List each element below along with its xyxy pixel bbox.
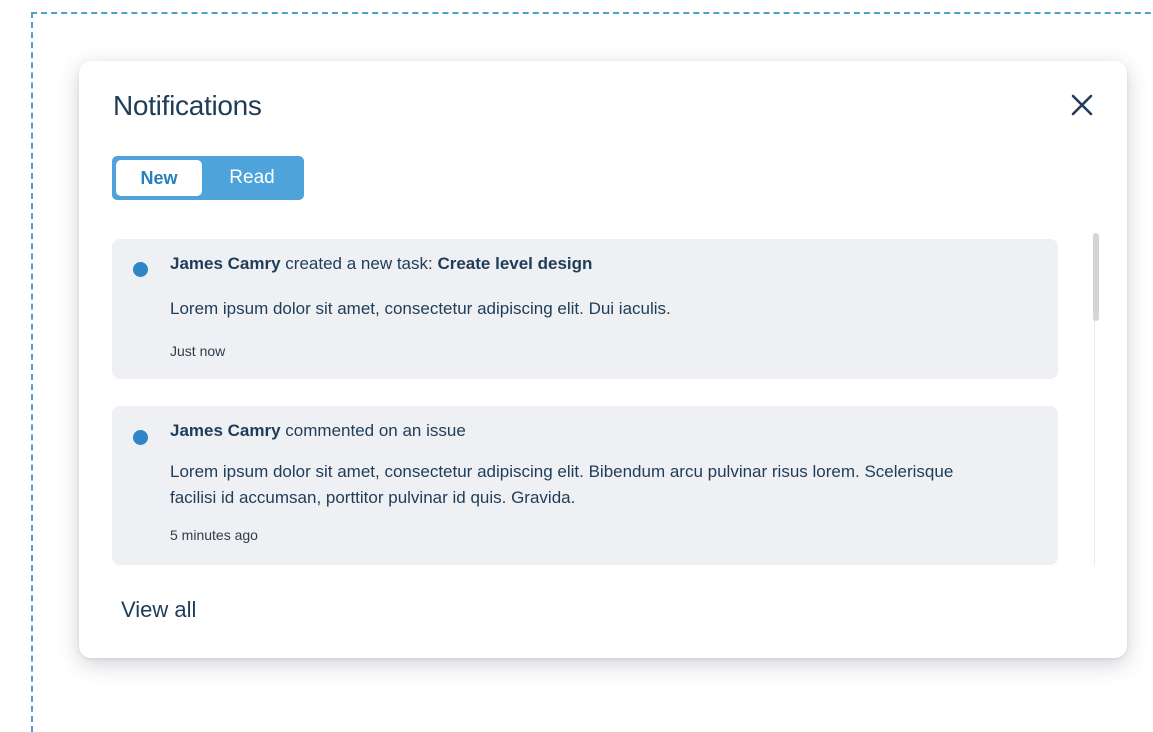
close-icon (1071, 94, 1093, 116)
notification-item[interactable]: James Camry commented on an issue Lorem … (112, 406, 1058, 565)
notification-item[interactable]: James Camry created a new task: Create l… (112, 239, 1058, 379)
tab-read[interactable]: Read (216, 160, 288, 196)
notifications-panel: Notifications New Read James Camry creat… (79, 61, 1127, 658)
unread-dot (133, 262, 148, 277)
close-button[interactable] (1071, 94, 1093, 116)
notification-filter-toggle: New Read (112, 156, 304, 200)
notification-body: Lorem ipsum dolor sit amet, consectetur … (170, 462, 954, 507)
notification-target: Create level design (437, 254, 593, 273)
unread-dot (133, 430, 148, 445)
notification-action: commented on an issue (280, 421, 466, 440)
panel-title: Notifications (113, 90, 262, 121)
tab-new[interactable]: New (116, 160, 202, 196)
notification-body: Lorem ipsum dolor sit amet, consectetur … (170, 299, 671, 318)
notification-list: James Camry created a new task: Create l… (112, 239, 1058, 565)
scrollbar-thumb[interactable] (1093, 233, 1099, 321)
notification-actor: James Camry (170, 254, 281, 273)
view-all-link[interactable]: View all (121, 597, 196, 623)
notification-actor: James Camry (170, 421, 281, 440)
notification-time: Just now (170, 343, 226, 359)
notification-time: 5 minutes ago (170, 527, 258, 543)
notification-title: James Camry created a new task: Create l… (170, 254, 592, 274)
notification-title: James Camry commented on an issue (170, 421, 466, 441)
notification-action: created a new task: (280, 254, 438, 273)
